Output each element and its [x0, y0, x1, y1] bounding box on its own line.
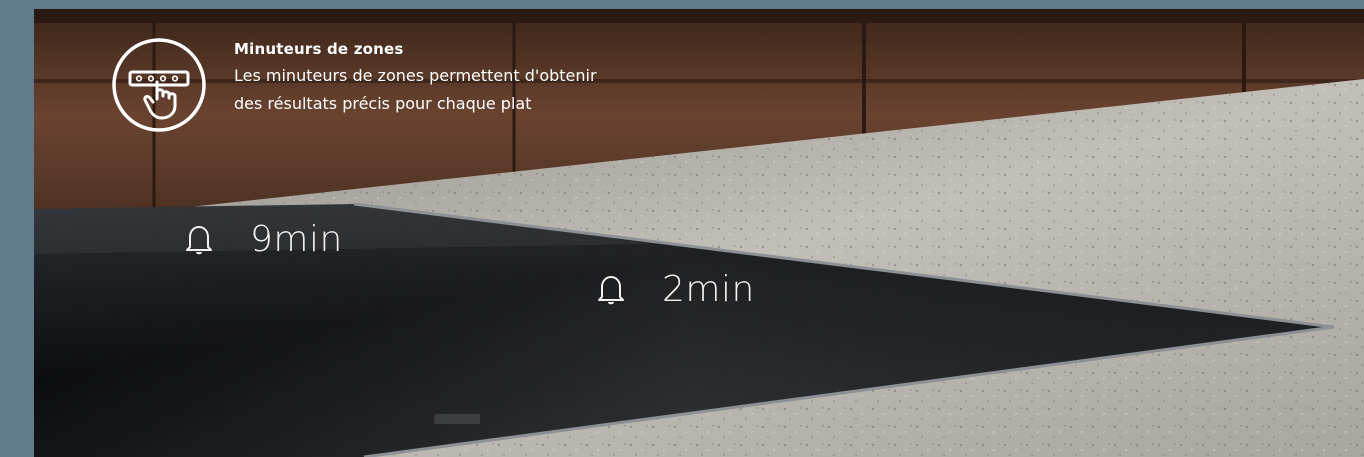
feature-description: Les minuteurs de zones permettent d'obte…	[234, 62, 597, 118]
feature-description-line-2: des résultats précis pour chaque plat	[234, 94, 532, 113]
feature-block: Minuteurs de zones Les minuteurs de zone…	[110, 36, 597, 134]
zone-timer-2: 2min	[596, 269, 755, 310]
zone-timer-1: 9min	[184, 219, 343, 260]
feature-title: Minuteurs de zones	[234, 40, 404, 58]
zone-timer-2-value: 2min	[662, 269, 755, 310]
bell-icon	[598, 275, 624, 304]
hero-image: Minuteurs de zones Les minuteurs de zone…	[34, 9, 1364, 457]
feature-text: Minuteurs de zones Les minuteurs de zone…	[234, 38, 597, 118]
zone-timer-1-value: 9min	[250, 219, 343, 260]
touch-panel-icon	[112, 38, 206, 132]
bell-icon	[186, 225, 212, 254]
feature-description-line-1: Les minuteurs de zones permettent d'obte…	[234, 66, 597, 85]
